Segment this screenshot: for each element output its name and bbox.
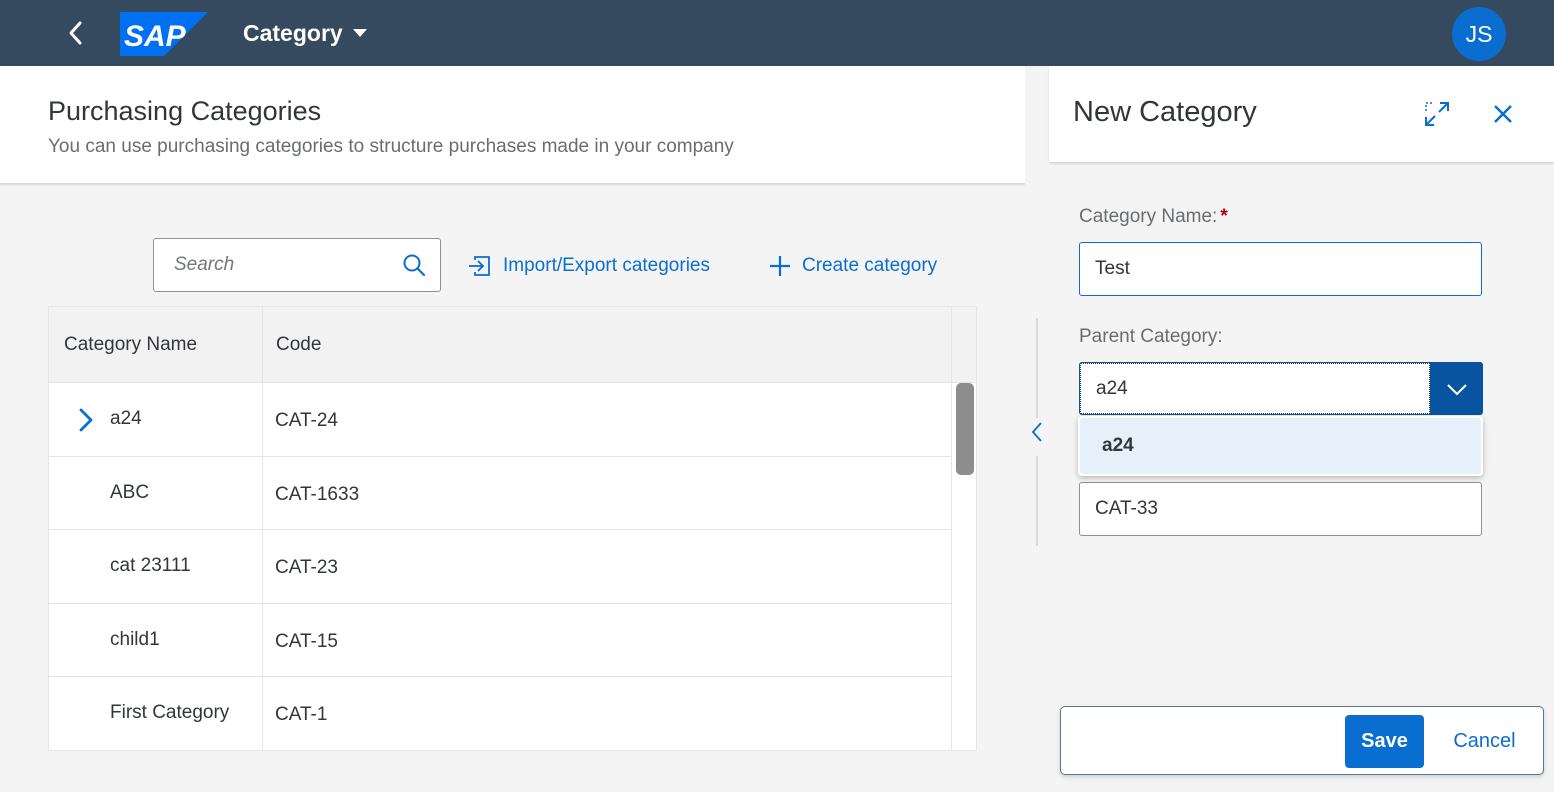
- fullscreen-icon[interactable]: [1423, 100, 1451, 128]
- parent-category-label: Parent Category:: [1079, 326, 1223, 347]
- search-input[interactable]: [154, 239, 394, 291]
- table-row[interactable]: child1 CAT-15: [49, 603, 951, 677]
- parent-category-value[interactable]: a24: [1080, 363, 1430, 414]
- category-name-label: Category Name: *: [1079, 206, 1228, 228]
- search-icon[interactable]: [402, 253, 426, 277]
- parent-category-combobox[interactable]: a24: [1079, 362, 1483, 415]
- page-subtitle: You can use purchasing categories to str…: [48, 136, 734, 157]
- cancel-button[interactable]: Cancel: [1438, 715, 1531, 768]
- table-body: a24 CAT-24 ABC CAT-1633 cat 23111 CAT-23…: [49, 383, 951, 750]
- categories-table: Category Name Code a24 CAT-24 ABC CAT-16…: [48, 306, 977, 751]
- app-title-menu[interactable]: Category: [243, 18, 367, 48]
- back-button[interactable]: [60, 18, 90, 48]
- category-name-field[interactable]: [1079, 242, 1482, 296]
- code-field[interactable]: [1079, 482, 1482, 536]
- table-row[interactable]: cat 23111 CAT-23: [49, 530, 951, 604]
- code-cell: CAT-15: [275, 630, 339, 652]
- collapse-arrow-icon[interactable]: [1029, 420, 1045, 444]
- scrollbar-header: [951, 307, 976, 383]
- code-cell: CAT-23: [275, 557, 339, 579]
- shell-bar: SAP Category JS: [0, 0, 1554, 66]
- import-export-label: Import/Export categories: [503, 255, 710, 276]
- import-icon: [469, 256, 490, 276]
- save-button[interactable]: Save: [1345, 715, 1424, 768]
- category-name-cell: ABC: [49, 456, 263, 529]
- import-export-button[interactable]: Import/Export categories: [467, 250, 710, 282]
- table-row[interactable]: ABC CAT-1633: [49, 456, 951, 530]
- chevron-down-icon: [1446, 383, 1467, 395]
- category-name-label-text: Category Name:: [1079, 206, 1218, 227]
- column-header-code[interactable]: Code: [263, 307, 951, 383]
- user-avatar[interactable]: JS: [1452, 7, 1506, 61]
- code-cell: CAT-24: [275, 410, 339, 432]
- category-name-cell: child1: [49, 603, 263, 676]
- category-name-cell: a24: [49, 383, 263, 456]
- category-name-cell: First Category: [49, 677, 263, 750]
- close-icon[interactable]: [1491, 102, 1515, 126]
- table-header: Category Name Code: [49, 307, 951, 383]
- plus-icon: [770, 256, 790, 276]
- splitter-bar: [1036, 318, 1038, 418]
- panel-title: New Category: [1073, 96, 1257, 128]
- required-mark: *: [1220, 206, 1228, 227]
- scrollbar-thumb[interactable]: [956, 383, 974, 475]
- svg-text:SAP: SAP: [124, 20, 187, 53]
- table-scrollbar[interactable]: [951, 383, 976, 750]
- panel-footer: Save Cancel: [1060, 706, 1544, 775]
- page-title: Purchasing Categories: [48, 96, 322, 126]
- caret-down-icon: [352, 29, 367, 37]
- dropdown-option[interactable]: a24: [1080, 418, 1481, 474]
- create-category-label: Create category: [802, 255, 938, 276]
- category-name-input[interactable]: [1080, 243, 1481, 295]
- chevron-left-icon: [69, 21, 82, 45]
- code-input[interactable]: [1080, 483, 1481, 535]
- app-title: Category: [243, 19, 343, 46]
- sap-logo[interactable]: SAP: [120, 12, 208, 56]
- code-cell: CAT-1633: [275, 483, 360, 505]
- dropdown-toggle-button[interactable]: [1430, 362, 1483, 415]
- search-field[interactable]: [153, 238, 441, 292]
- code-cell: CAT-1: [275, 704, 328, 726]
- category-name-cell: cat 23111: [49, 530, 263, 603]
- panel-header: New Category: [1049, 66, 1554, 162]
- page-header: Purchasing Categories You can use purcha…: [0, 66, 1025, 183]
- parent-category-dropdown-list: a24: [1078, 416, 1483, 476]
- table-row[interactable]: a24 CAT-24: [49, 383, 951, 457]
- splitter-bar: [1036, 456, 1038, 546]
- column-header-category-name[interactable]: Category Name: [49, 307, 263, 383]
- table-row[interactable]: First Category CAT-1: [49, 677, 951, 750]
- column-splitter[interactable]: [1025, 66, 1049, 792]
- create-category-button[interactable]: Create category: [768, 250, 937, 282]
